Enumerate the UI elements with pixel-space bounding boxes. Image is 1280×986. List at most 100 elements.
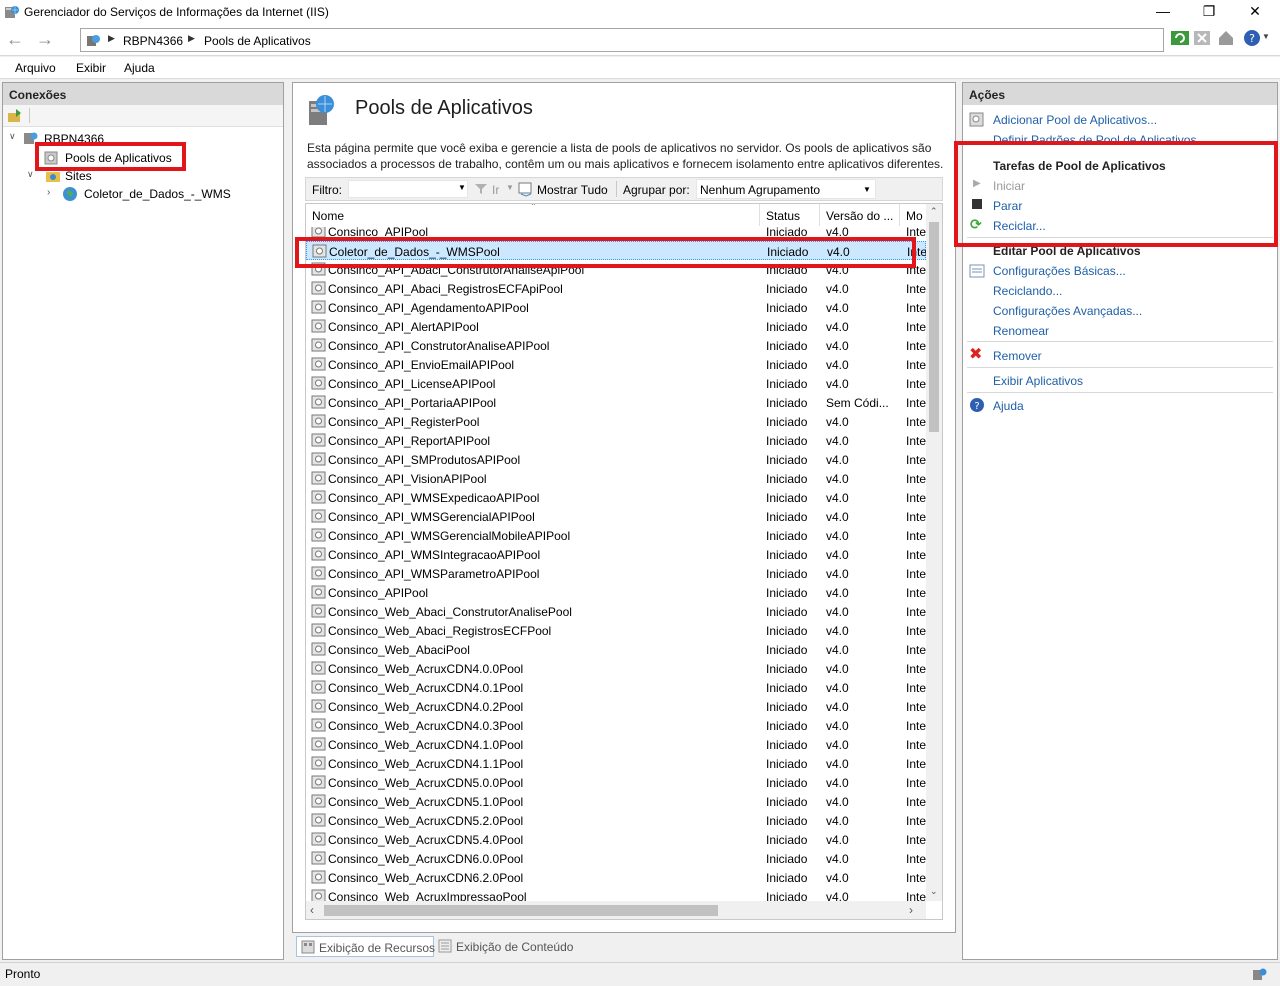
connect-icon[interactable] [7, 108, 23, 124]
table-row[interactable]: Consinco_Web_AcruxCDN5.2.0Pool Iniciado v4… [306, 811, 926, 830]
filter-input[interactable] [348, 180, 468, 198]
go-dropdown-icon[interactable]: ▼ [506, 183, 514, 192]
table-row[interactable]: Consinco_API_WMSIntegracaoAPIPool Iniciad… [306, 545, 926, 564]
stop-icon[interactable] [1192, 28, 1212, 48]
column-header-version[interactable]: Versão do ... [820, 204, 900, 226]
back-arrow-icon[interactable]: ← [2, 28, 28, 52]
cell-mode: Inte [906, 776, 926, 790]
menu-arquivo[interactable]: Arquivo [15, 61, 56, 75]
table-row[interactable]: Consinco_Web_AcruxCDN4.0.2Pool Iniciado v4… [306, 697, 926, 716]
table-row[interactable]: Consinco_Web_Abaci_ConstrutorAnalisePool… [306, 602, 926, 621]
cell-name: Consinco_Web_Abaci_RegistrosECFPool [328, 624, 552, 638]
table-row[interactable]: Consinco_API_AgendamentoAPIPool Iniciado v… [306, 298, 926, 317]
cell-mode: Inte [906, 548, 926, 562]
table-row[interactable]: Consinco_Web_Abaci_RegistrosECFPool Inici… [306, 621, 926, 640]
table-row[interactable]: Consinco_API_PortariaAPIPool Iniciado Sem … [306, 393, 926, 412]
action-advanced-settings[interactable]: Configurações Avançadas... [993, 304, 1142, 318]
breadcrumb-server[interactable]: RBPN4366 [123, 34, 183, 48]
tree-sites[interactable]: Sites [65, 169, 92, 183]
table-row[interactable]: Consinco_API_AlertAPIPool Iniciado v4.0 Int… [306, 317, 926, 336]
vertical-scroll-thumb[interactable] [929, 222, 939, 432]
table-row[interactable]: Consinco_Web_AcruxCDN6.0.0Pool Iniciado v4… [306, 849, 926, 868]
cell-version: v4.0 [826, 491, 849, 505]
horizontal-scroll-thumb[interactable] [324, 905, 718, 916]
table-row[interactable]: Consinco_API_VisionAPIPool Iniciado v4.0 In… [306, 469, 926, 488]
table-row[interactable]: Consinco_APIPool Iniciado v4.0 Inte [306, 583, 926, 602]
address-box[interactable]: ▶ RBPN4366 ▶ Pools de Aplicativos [80, 28, 1164, 52]
table-row[interactable]: Consinco_Web_AbaciPool Iniciado v4.0 Inte [306, 640, 926, 659]
scroll-up-icon[interactable]: ⌃ [930, 206, 938, 217]
action-view-apps[interactable]: Exibir Aplicativos [993, 374, 1083, 388]
cell-status: Iniciado [766, 757, 808, 771]
table-row[interactable]: Consinco_Web_AcruxCDN4.1.0Pool Iniciado v4… [306, 735, 926, 754]
collapse-server-icon[interactable]: ∨ [9, 131, 16, 142]
funnel-icon[interactable] [474, 182, 488, 196]
table-row[interactable]: Consinco_Web_AcruxCDN5.0.0Pool Iniciado v4… [306, 773, 926, 792]
home-icon[interactable] [1216, 28, 1236, 48]
go-button[interactable]: Ir [492, 183, 499, 197]
table-row[interactable]: Consinco_API_WMSGerencialAPIPool Iniciado… [306, 507, 926, 526]
cell-mode: Inte [906, 795, 926, 809]
cell-version: v4.0 [826, 529, 849, 543]
group-by-select[interactable]: Nenhum Agrupamento ▼ [696, 179, 876, 199]
cell-status: Iniciado [766, 396, 808, 410]
table-row[interactable]: Consinco_Web_AcruxCDN4.1.1Pool Iniciado v4… [306, 754, 926, 773]
action-basic-settings[interactable]: Configurações Básicas... [993, 264, 1126, 278]
table-row[interactable]: Consinco_Web_AcruxCDN6.2.0Pool Iniciado v4… [306, 868, 926, 887]
help-icon[interactable]: ? [1242, 28, 1262, 48]
vertical-scrollbar[interactable]: ⌃ ⌄ [926, 204, 942, 901]
help-dropdown-icon[interactable]: ▼ [1262, 32, 1270, 41]
collapse-sites-icon[interactable]: ∨ [27, 169, 34, 180]
column-header-status[interactable]: Status [760, 204, 820, 226]
minimize-button[interactable]: — [1140, 0, 1186, 24]
breadcrumb-app-pools[interactable]: Pools de Aplicativos [204, 34, 311, 48]
table-row[interactable]: Consinco_API_LicenseAPIPool Iniciado v4.0 I… [306, 374, 926, 393]
table-row[interactable]: Consinco_API_RegisterPool Iniciado v4.0 Int… [306, 412, 926, 431]
filter-dropdown-icon[interactable]: ▼ [458, 183, 466, 192]
table-row[interactable]: Consinco_Web_AcruxImpressaoPool Iniciado v… [306, 887, 926, 901]
close-button[interactable]: ✕ [1232, 0, 1278, 24]
table-row[interactable]: Consinco_API_WMSGerencialMobileAPIPool In… [306, 526, 926, 545]
show-all-button[interactable]: Mostrar Tudo [537, 183, 608, 197]
table-row[interactable]: Consinco_Web_AcruxCDN5.1.0Pool Iniciado v4… [306, 792, 926, 811]
cell-status: Iniciado [766, 833, 808, 847]
action-rename[interactable]: Renomear [993, 324, 1049, 338]
table-row[interactable]: Consinco_Web_AcruxCDN4.0.3Pool Iniciado v4… [306, 716, 926, 735]
action-recycling[interactable]: Reciclando... [993, 284, 1062, 298]
action-remove[interactable]: Remover [993, 349, 1042, 363]
app-pool-icon [311, 794, 326, 808]
table-row[interactable]: Consinco_Web_AcruxCDN4.0.0Pool Iniciado v4… [306, 659, 926, 678]
cell-status: Iniciado [766, 548, 808, 562]
cell-mode: Inte [906, 529, 926, 543]
horizontal-scrollbar[interactable]: ‹ › [306, 901, 926, 919]
table-row[interactable]: Consinco_API_ConstrutorAnaliseAPIPool Ini… [306, 336, 926, 355]
table-row[interactable]: Consinco_API_ReportAPIPool Iniciado v4.0 In… [306, 431, 926, 450]
menu-exibir[interactable]: Exibir [76, 61, 106, 75]
action-set-defaults[interactable]: Definir Padrões de Pool de Aplicativos..… [993, 133, 1206, 141]
cell-status: Iniciado [766, 871, 808, 885]
app-pool-icon [311, 680, 326, 694]
refresh-icon[interactable] [1170, 28, 1190, 48]
page-title: Pools de Aplicativos [355, 97, 533, 119]
action-add-pool[interactable]: Adicionar Pool de Aplicativos... [993, 113, 1157, 127]
menu-ajuda[interactable]: Ajuda [124, 61, 155, 75]
scroll-left-icon[interactable]: ‹ [310, 903, 314, 917]
main-panel: Pools de Aplicativos Esta página permite… [292, 82, 956, 933]
table-row[interactable]: Consinco_API_SMProdutosAPIPool Iniciado v4… [306, 450, 926, 469]
tab-content-view[interactable]: Exibição de Conteúdo [434, 936, 584, 957]
restore-button[interactable]: ❐ [1186, 0, 1232, 24]
forward-arrow-icon[interactable]: → [32, 28, 58, 52]
cell-status: Iniciado [766, 282, 808, 296]
table-row[interactable]: Consinco_API_WMSParametroAPIPool Iniciado… [306, 564, 926, 583]
tab-features-view[interactable]: Exibição de Recursos [296, 936, 435, 957]
action-help[interactable]: Ajuda [993, 399, 1024, 413]
scroll-down-icon[interactable]: ⌄ [930, 886, 938, 897]
table-row[interactable]: Consinco_API_Abaci_RegistrosECFApiPool In… [306, 279, 926, 298]
table-row[interactable]: Consinco_API_WMSExpedicaoAPIPool Iniciado… [306, 488, 926, 507]
expand-site-icon[interactable]: › [47, 187, 50, 198]
scroll-right-icon[interactable]: › [909, 903, 913, 917]
table-row[interactable]: Consinco_Web_AcruxCDN5.4.0Pool Iniciado v4… [306, 830, 926, 849]
table-row[interactable]: Consinco_API_EnvioEmailAPIPool Iniciado v4… [306, 355, 926, 374]
tree-site-coletor[interactable]: Coletor_de_Dados_-_WMS [84, 187, 231, 201]
table-row[interactable]: Consinco_Web_AcruxCDN4.0.1Pool Iniciado v4… [306, 678, 926, 697]
